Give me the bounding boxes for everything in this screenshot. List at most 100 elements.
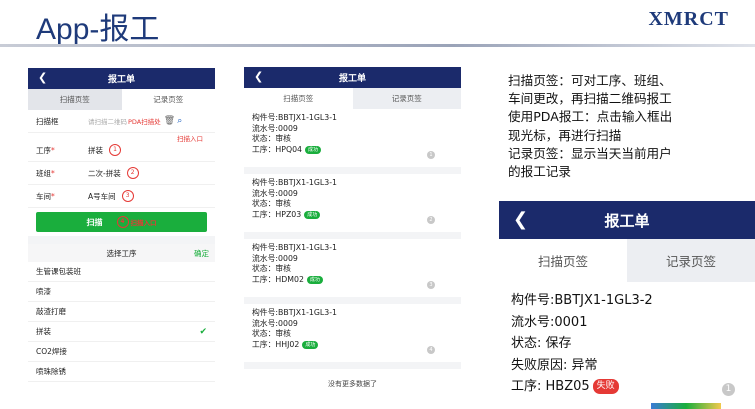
part-number: 构件号:BBTJX1-1GL3-1 xyxy=(252,243,337,252)
scan-button-label: 扫描 xyxy=(86,217,103,227)
picker-confirm-button[interactable]: 确定 xyxy=(194,248,209,259)
section-gap xyxy=(28,236,215,244)
failure-reason: 失败原因: 异常 xyxy=(511,357,598,373)
tab-record[interactable]: 记录页签 xyxy=(353,88,462,109)
brand-logo: XMRCT xyxy=(648,8,729,30)
record-index: 3 xyxy=(427,281,435,289)
fail-badge: 失败 xyxy=(592,379,619,394)
scan-input[interactable]: 请扫描二维码 xyxy=(88,116,127,126)
record-status: 状态: 保存 xyxy=(511,336,572,351)
callout-2: 2 xyxy=(126,167,139,179)
record-status: 状态：审核 xyxy=(252,134,291,143)
serial-number: 流水号:0001 xyxy=(511,314,588,330)
serial-number: 流水号:0009 xyxy=(252,253,298,263)
tab-bar: 扫描页签 记录页签 xyxy=(499,239,755,282)
tab-scan[interactable]: 扫描页签 xyxy=(28,89,122,110)
nav-title: 报工单 xyxy=(338,74,366,84)
workshop-value: A号车间 xyxy=(88,191,116,201)
nav-bar: ❮ 报工单 xyxy=(28,68,215,89)
process-option[interactable]: CO2焊接 xyxy=(28,342,215,362)
workshop-row[interactable]: 车间* A号车间 3 xyxy=(28,185,215,208)
process-label: 工序 xyxy=(36,145,51,155)
nav-title: 报工单 xyxy=(107,75,135,85)
nav-bar: ❮ 报工单 xyxy=(499,201,755,239)
part-number: 构件号:BBTJX1-1GL3-1 xyxy=(252,308,337,317)
process-picker-header: 选择工序 确定 xyxy=(28,244,215,262)
process-option-label: 拼装 xyxy=(36,327,51,336)
tab-record[interactable]: 记录页签 xyxy=(627,239,755,282)
record-card[interactable]: 构件号:BBTJX1-1GL3-2 流水号:0001 状态: 保存 失败原因: … xyxy=(499,282,755,406)
tab-scan[interactable]: 扫描页签 xyxy=(499,239,627,282)
callout-3: 3 xyxy=(121,190,134,202)
description-line: 车间更改，再扫描二维码报工 xyxy=(508,91,672,107)
back-icon[interactable]: ❮ xyxy=(38,71,47,84)
back-icon[interactable]: ❮ xyxy=(513,209,528,230)
back-icon[interactable]: ❮ xyxy=(254,70,263,83)
success-badge: 成功 xyxy=(302,340,319,349)
pda-hint: PDA扫描处 xyxy=(128,118,161,126)
phone-scan-screen: ❮ 报工单 扫描页签 记录页签 扫描框 请扫描二维码 PDA扫描处 🗑 ⌕ 扫描… xyxy=(28,68,215,403)
record-status: 状态：审核 xyxy=(252,329,291,338)
record-card[interactable]: 构件号:BBTJX1-1GL3-1 流水号:0009 状态：审核 工序：HHJ0… xyxy=(244,304,461,369)
part-number: 构件号:BBTJX1-1GL3-1 xyxy=(252,178,337,187)
description-line: 扫描页签：可对工序、班组、 xyxy=(508,73,672,88)
process-value: 拼装 xyxy=(88,145,103,155)
scan-button-hint: 扫描入口 xyxy=(130,219,157,227)
checkmark-icon: ✔ xyxy=(199,326,207,337)
corner-decoration xyxy=(651,403,721,409)
record-status: 状态：审核 xyxy=(252,264,291,273)
team-label: 班组 xyxy=(36,168,51,178)
record-process: 工序: HBZ05 xyxy=(511,379,590,394)
record-index: 2 xyxy=(427,216,435,224)
record-card[interactable]: 构件号:BBTJX1-1GL3-1 流水号:0009 状态：审核 工序：HPQ0… xyxy=(244,109,461,174)
scan-button[interactable]: 扫描 4 扫描入口 xyxy=(36,212,207,232)
callout-1: 1 xyxy=(109,144,121,156)
record-process: 工序：HPZ03 xyxy=(252,209,302,219)
team-row[interactable]: 班组* 二次-拼装 2 xyxy=(28,162,215,185)
tab-bar: 扫描页签 记录页签 xyxy=(28,89,215,110)
phone-record-detail: ❮ 报工单 扫描页签 记录页签 构件号:BBTJX1-1GL3-2 流水号:00… xyxy=(499,201,755,409)
description-text: 扫描页签：可对工序、班组、 车间更改，再扫描二维码报工 使用PDA报工：点击输入… xyxy=(508,72,708,181)
tab-record[interactable]: 记录页签 xyxy=(121,89,215,110)
tab-scan[interactable]: 扫描页签 xyxy=(244,88,353,109)
record-status: 状态：审核 xyxy=(252,199,291,208)
record-card[interactable]: 构件号:BBTJX1-1GL3-1 流水号:0009 状态：审核 工序：HPZ0… xyxy=(244,174,461,239)
tab-bar: 扫描页签 记录页签 xyxy=(244,88,461,109)
slide-title: App-报工 xyxy=(36,13,160,46)
part-number: 构件号:BBTJX1-1GL3-2 xyxy=(511,293,653,308)
team-value: 二次-拼装 xyxy=(88,168,121,178)
process-option[interactable]: 敲渣打磨 xyxy=(28,302,215,322)
record-process: 工序：HPQ04 xyxy=(252,144,303,154)
part-number: 构件号:BBTJX1-1GL3-1 xyxy=(252,113,337,122)
serial-number: 流水号:0009 xyxy=(252,123,298,133)
success-badge: 成功 xyxy=(304,210,321,219)
process-option[interactable]: 生管课包装班 xyxy=(28,262,215,282)
process-option[interactable]: 喷漆 xyxy=(28,282,215,302)
phone-record-screen: ❮ 报工单 扫描页签 记录页签 构件号:BBTJX1-1GL3-1 流水号:00… xyxy=(244,67,461,391)
record-card[interactable]: 构件号:BBTJX1-1GL3-1 流水号:0009 状态：审核 工序：HDM0… xyxy=(244,239,461,304)
scan-row: 扫描框 请扫描二维码 PDA扫描处 🗑 ⌕ xyxy=(28,110,215,133)
serial-number: 流水号:0009 xyxy=(252,188,298,198)
picker-title: 选择工序 xyxy=(106,248,137,258)
process-option-selected[interactable]: 拼装 ✔ xyxy=(28,322,215,342)
description-line: 的报工记录 xyxy=(508,164,571,180)
record-index: 1 xyxy=(427,151,435,159)
nav-bar: ❮ 报工单 xyxy=(244,67,461,88)
nav-title: 报工单 xyxy=(604,211,650,230)
record-process: 工序：HHJ02 xyxy=(252,339,300,349)
workshop-label: 车间 xyxy=(36,191,51,201)
record-process: 工序：HDM02 xyxy=(252,274,304,284)
record-index: 4 xyxy=(427,346,435,354)
no-more-data: 没有更多数据了 xyxy=(328,380,377,388)
process-option[interactable]: 喷珠除锈 xyxy=(28,362,215,382)
success-badge: 成功 xyxy=(305,145,322,154)
serial-number: 流水号:0009 xyxy=(252,318,298,328)
trash-icon[interactable]: 🗑 xyxy=(164,116,175,126)
callout-4: 4 xyxy=(116,216,129,228)
process-row[interactable]: 工序* 拼装 1 xyxy=(28,139,215,162)
description-line: 记录页签：显示当天当前用户 xyxy=(508,145,672,161)
success-badge: 成功 xyxy=(306,275,323,284)
search-icon[interactable]: ⌕ xyxy=(177,116,182,126)
record-index: 1 xyxy=(722,382,735,396)
description-line: 使用PDA报工：点击输入框出 xyxy=(508,109,673,125)
